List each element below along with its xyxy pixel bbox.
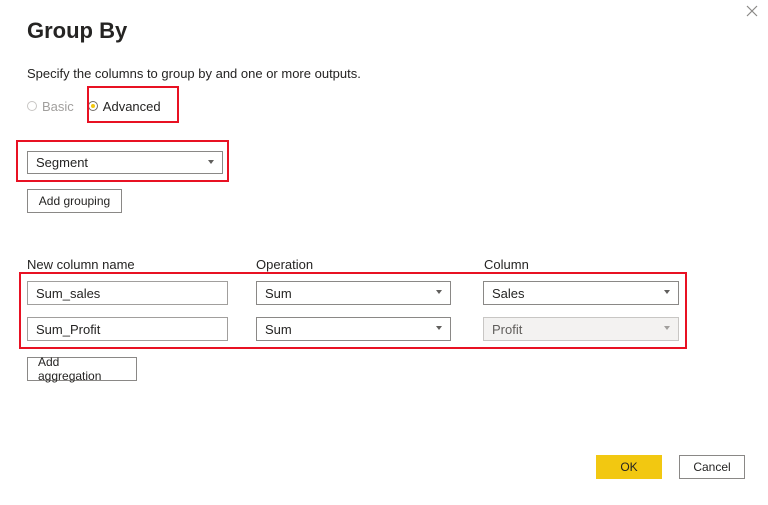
operation-header: Operation (256, 257, 314, 272)
chevron-down-icon (208, 160, 214, 164)
operation-select[interactable]: Sum (256, 281, 451, 305)
ok-button[interactable]: OK (596, 455, 662, 479)
basic-radio-circle (27, 101, 37, 111)
basic-radio-label: Basic (42, 98, 74, 114)
chevron-down-icon (664, 290, 670, 294)
chevron-down-icon (436, 290, 442, 294)
chevron-down-icon (664, 326, 670, 330)
grouping-column-select[interactable]: Segment (27, 151, 223, 174)
cancel-button[interactable]: Cancel (679, 455, 745, 479)
dialog-title: Group By (27, 18, 128, 43)
mode-radio-group: Basic Advanced (27, 96, 161, 116)
operation-select[interactable]: Sum (256, 317, 451, 341)
operation-value: Sum (265, 285, 292, 301)
dialog-subtitle: Specify the columns to group by and one … (27, 66, 361, 81)
column-select[interactable]: Profit (483, 317, 679, 341)
column-select[interactable]: Sales (483, 281, 679, 305)
advanced-radio[interactable]: Advanced (87, 98, 161, 114)
operation-value: Sum (265, 321, 292, 337)
chevron-down-icon (436, 326, 442, 330)
new-column-name-input[interactable]: Sum_sales (27, 281, 228, 305)
advanced-radio-circle (87, 101, 98, 111)
basic-radio[interactable]: Basic (27, 99, 74, 114)
column-header: Column (484, 257, 529, 272)
new-column-name-input[interactable]: Sum_Profit (27, 317, 228, 341)
add-aggregation-button[interactable]: Add aggregation (27, 355, 137, 383)
column-value: Sales (492, 285, 525, 301)
advanced-radio-label: Advanced (102, 98, 161, 114)
close-icon (746, 5, 758, 17)
column-value: Profit (492, 321, 523, 337)
grouping-column-value: Segment (36, 155, 89, 170)
close-button[interactable] (741, 0, 763, 22)
new-column-name-header: New column name (27, 257, 135, 272)
add-grouping-button[interactable]: Add grouping (27, 189, 122, 213)
